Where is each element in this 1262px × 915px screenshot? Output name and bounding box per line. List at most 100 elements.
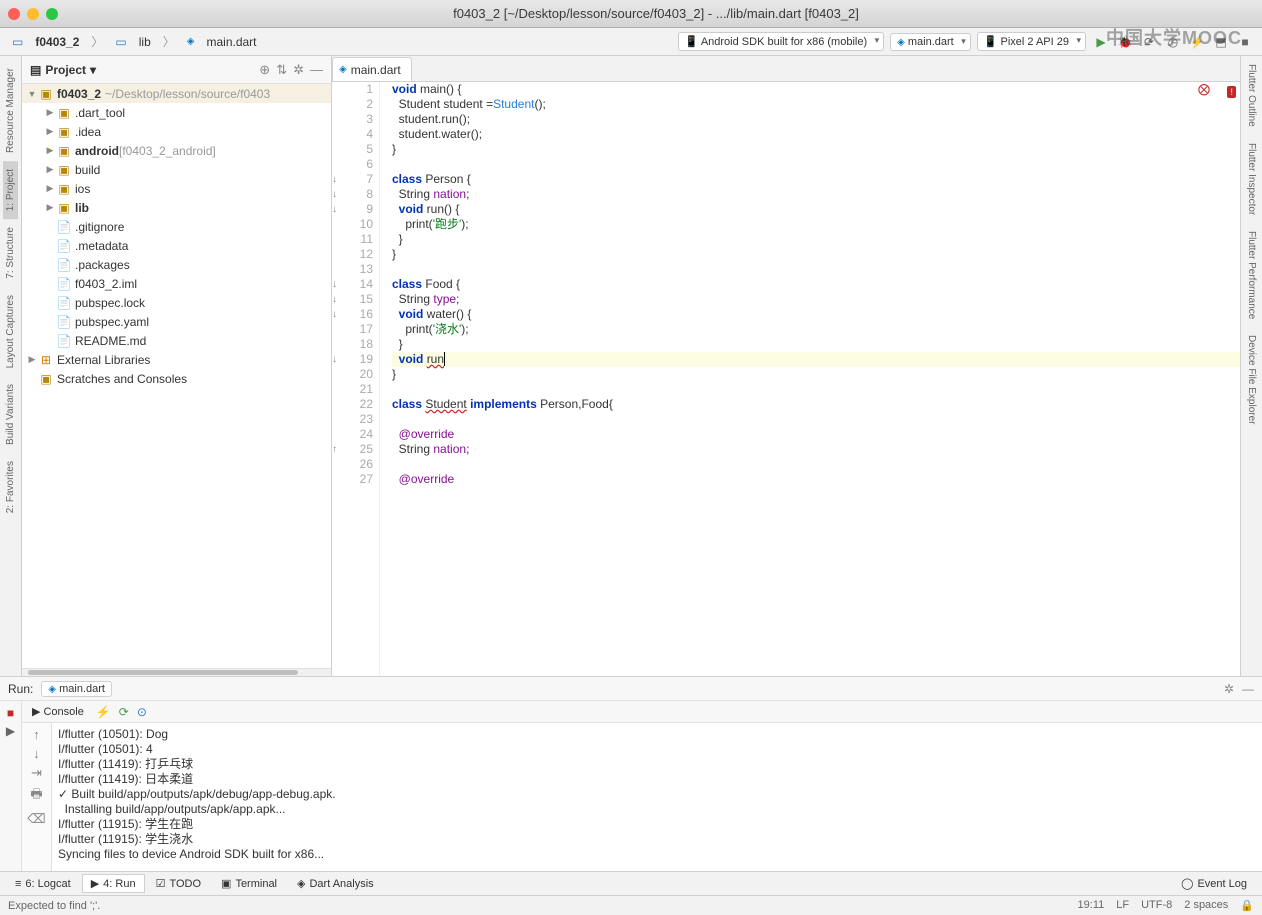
lock-icon[interactable]: 🔒 [1240, 899, 1254, 912]
error-stripe-icon[interactable]: ! [1227, 84, 1236, 100]
locate-icon[interactable]: ⊕ [259, 62, 270, 78]
line-number[interactable]: 13 [332, 262, 373, 277]
encoding[interactable]: UTF-8 [1141, 899, 1172, 912]
line-number[interactable]: 17 [332, 322, 373, 337]
tree-item[interactable]: 📄.packages [22, 255, 331, 274]
code-line[interactable]: student.water(); [392, 127, 1240, 142]
settings-icon[interactable]: ✲ [293, 62, 304, 78]
line-number[interactable]: 6 [332, 157, 373, 172]
code-line[interactable]: void run [392, 352, 1240, 367]
code-line[interactable]: void run() { [392, 202, 1240, 217]
gear-icon[interactable]: ✲ [1224, 682, 1234, 696]
tree-item[interactable]: 📄.gitignore [22, 217, 331, 236]
code-line[interactable] [392, 157, 1240, 172]
tab-logcat[interactable]: ≡ 6: Logcat [6, 875, 80, 893]
tree-item[interactable]: ▶▣build [22, 160, 331, 179]
code-line[interactable] [392, 382, 1240, 397]
code-editor[interactable]: 123456●↓7●↓8●↓910111213●↓14●↓15●↓161718●… [332, 82, 1240, 676]
sidebar-tab-flutter-performance[interactable]: Flutter Performance [1244, 223, 1259, 327]
code-line[interactable]: student.run(); [392, 112, 1240, 127]
window-controls[interactable] [8, 8, 58, 20]
clear-icon[interactable]: ⌫ [27, 811, 45, 827]
code-line[interactable]: @override [392, 427, 1240, 442]
device-selector[interactable]: 📱 Android SDK built for x86 (mobile) [678, 32, 884, 51]
tree-item[interactable]: 📄pubspec.yaml [22, 312, 331, 331]
tab-todo[interactable]: ☑ TODO [147, 874, 210, 893]
rerun-button[interactable]: ▶ [3, 723, 19, 739]
code-line[interactable]: } [392, 247, 1240, 262]
line-number[interactable]: 3 [332, 112, 373, 127]
line-number[interactable]: ●↓14 [332, 277, 373, 292]
stop-button[interactable]: ■ [3, 705, 19, 721]
sidebar-tab-project[interactable]: 1: Project [3, 161, 18, 219]
run-config-selector[interactable]: ◈ main.dart [890, 33, 971, 51]
line-number[interactable]: ●↓16 [332, 307, 373, 322]
breadcrumb-dir[interactable]: lib [135, 33, 155, 51]
code-line[interactable] [392, 262, 1240, 277]
code-line[interactable]: } [392, 367, 1240, 382]
line-number[interactable]: 21 [332, 382, 373, 397]
line-number[interactable]: ●↑25 [332, 442, 373, 457]
hide-icon[interactable]: — [310, 62, 323, 78]
sidebar-tab-build-variants[interactable]: Build Variants [3, 376, 18, 453]
wrap-icon[interactable]: ⇥ [31, 765, 42, 781]
code-line[interactable]: void water() { [392, 307, 1240, 322]
hot-reload-icon[interactable]: ⚡ [96, 705, 111, 719]
project-tree[interactable]: ▼▣f0403_2~/Desktop/lesson/source/f0403▶▣… [22, 84, 331, 668]
tree-scratches[interactable]: ▣Scratches and Consoles [22, 369, 331, 388]
code-line[interactable]: String type; [392, 292, 1240, 307]
code-line[interactable]: print('浇水'); [392, 322, 1240, 337]
line-number[interactable]: ●↓15 [332, 292, 373, 307]
line-number[interactable]: 26 [332, 457, 373, 472]
tree-item[interactable]: ▶▣.dart_tool [22, 103, 331, 122]
line-number[interactable]: 20 [332, 367, 373, 382]
up-icon[interactable]: ↑ [33, 727, 40, 742]
line-number[interactable]: 11 [332, 232, 373, 247]
tab-event-log[interactable]: ◯ Event Log [1172, 874, 1256, 893]
code-line[interactable]: Student student =Student(); [392, 97, 1240, 112]
expand-icon[interactable]: ⇅ [276, 62, 287, 78]
tree-item[interactable]: 📄README.md [22, 331, 331, 350]
breadcrumb-root[interactable]: f0403_2 [31, 33, 83, 51]
line-number[interactable]: 1 [332, 82, 373, 97]
tree-item[interactable]: ▶▣ios [22, 179, 331, 198]
code-line[interactable]: ⨂} [392, 337, 1240, 352]
line-number[interactable]: 4 [332, 127, 373, 142]
tree-item[interactable]: 📄.metadata [22, 236, 331, 255]
line-number[interactable]: 24 [332, 427, 373, 442]
console-output[interactable]: I/flutter (10501): DogI/flutter (10501):… [52, 723, 1262, 871]
run-config-tab[interactable]: ◈ main.dart [41, 681, 112, 697]
tab-terminal[interactable]: ▣ Terminal [212, 874, 286, 893]
line-number[interactable]: 10 [332, 217, 373, 232]
line-number[interactable]: 18 [332, 337, 373, 352]
emulator-selector[interactable]: 📱 Pixel 2 API 29 [977, 32, 1086, 51]
tab-run[interactable]: ▶ 4: Run [82, 874, 145, 893]
code-line[interactable] [392, 457, 1240, 472]
print-icon[interactable]: 🖶 [30, 785, 42, 807]
tree-root[interactable]: ▼▣f0403_2~/Desktop/lesson/source/f0403 [22, 84, 331, 103]
code-line[interactable]: String nation; [392, 442, 1240, 457]
line-number[interactable]: ●↓19 [332, 352, 373, 367]
breadcrumb-file[interactable]: main.dart [202, 33, 260, 51]
editor-tab[interactable]: ◈ main.dart [332, 57, 412, 81]
code-line[interactable]: @override [392, 472, 1240, 487]
line-separator[interactable]: LF [1116, 899, 1129, 912]
maximize-icon[interactable] [46, 8, 58, 20]
line-number[interactable]: 27 [332, 472, 373, 487]
line-gutter[interactable]: 123456●↓7●↓8●↓910111213●↓14●↓15●↓161718●… [332, 82, 380, 676]
line-number[interactable]: ●↓8 [332, 187, 373, 202]
hide-icon[interactable]: — [1242, 682, 1254, 696]
tree-item[interactable]: 📄pubspec.lock [22, 293, 331, 312]
restart-icon[interactable]: ⟳ [119, 705, 129, 719]
sidebar-tab-structure[interactable]: 7: Structure [3, 219, 18, 287]
caret-position[interactable]: 19:11 [1078, 899, 1105, 912]
sidebar-tab-flutter-outline[interactable]: Flutter Outline [1244, 56, 1259, 135]
code-line[interactable]: class Person { [392, 172, 1240, 187]
minimize-icon[interactable] [27, 8, 39, 20]
code-line[interactable]: } [392, 142, 1240, 157]
code-line[interactable]: class Student implements Person,Food{ [392, 397, 1240, 412]
code-line[interactable]: String nation; [392, 187, 1240, 202]
code-line[interactable] [392, 412, 1240, 427]
tree-item[interactable]: 📄f0403_2.iml [22, 274, 331, 293]
line-number[interactable]: 23 [332, 412, 373, 427]
